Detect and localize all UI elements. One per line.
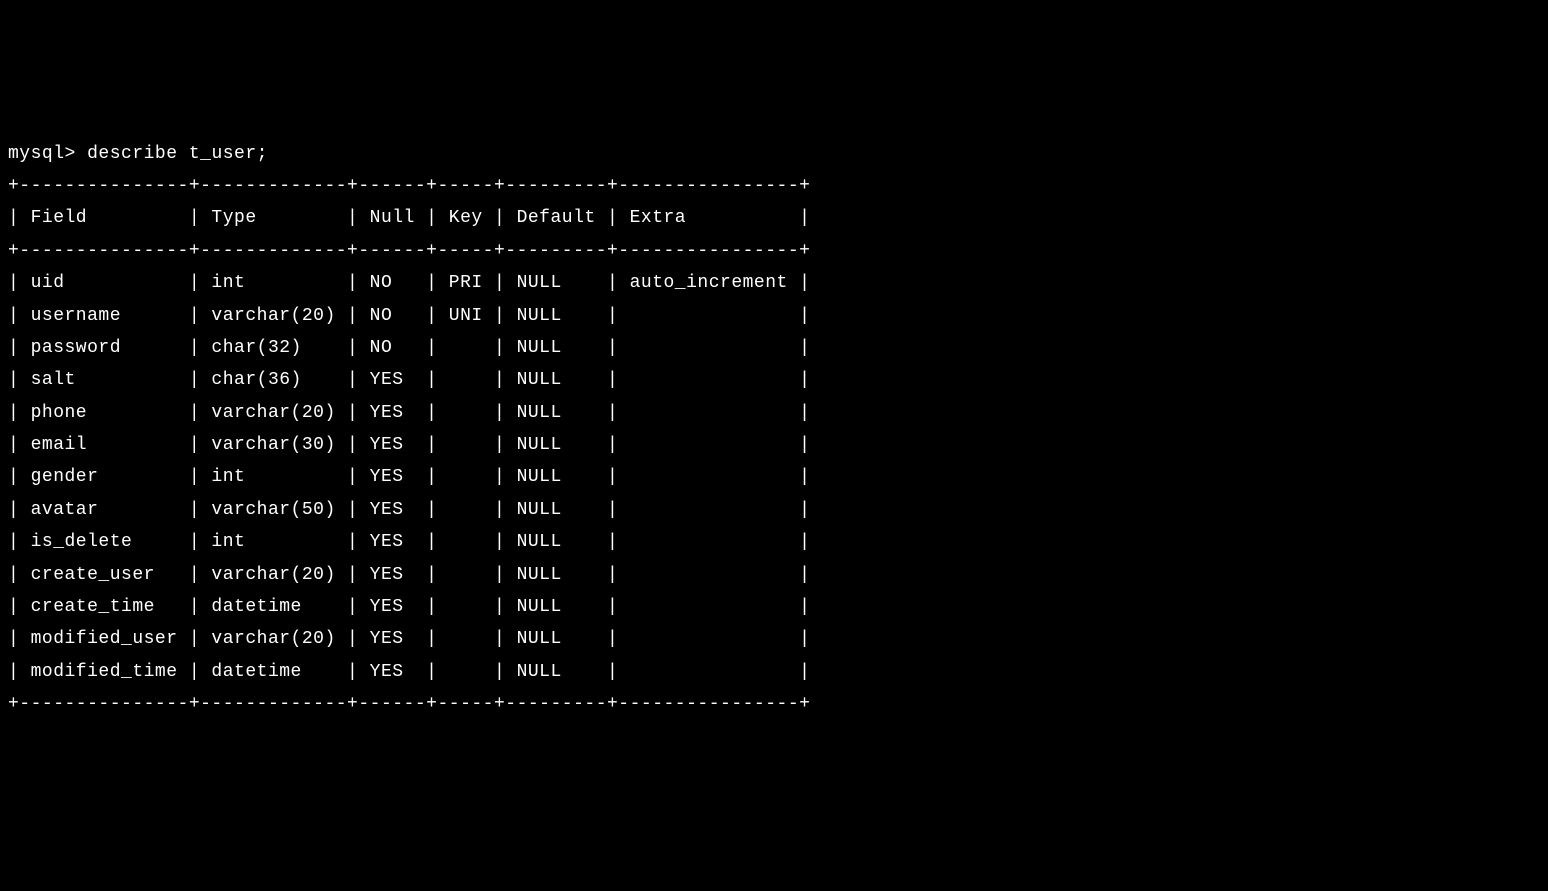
table-body: | uid | int | NO | PRI | NULL | auto_inc… [8, 273, 810, 682]
table-header-row: | Field | Type | Null | Key | Default | … [8, 208, 810, 228]
table-border-bottom: +---------------+-------------+------+--… [8, 694, 810, 714]
command-text[interactable]: describe t_user; [87, 144, 268, 164]
table-border-mid: +---------------+-------------+------+--… [8, 241, 810, 261]
mysql-prompt: mysql> [8, 144, 87, 164]
table-border-top: +---------------+-------------+------+--… [8, 176, 810, 196]
terminal-output: mysql> describe t_user; +---------------… [8, 138, 1540, 721]
